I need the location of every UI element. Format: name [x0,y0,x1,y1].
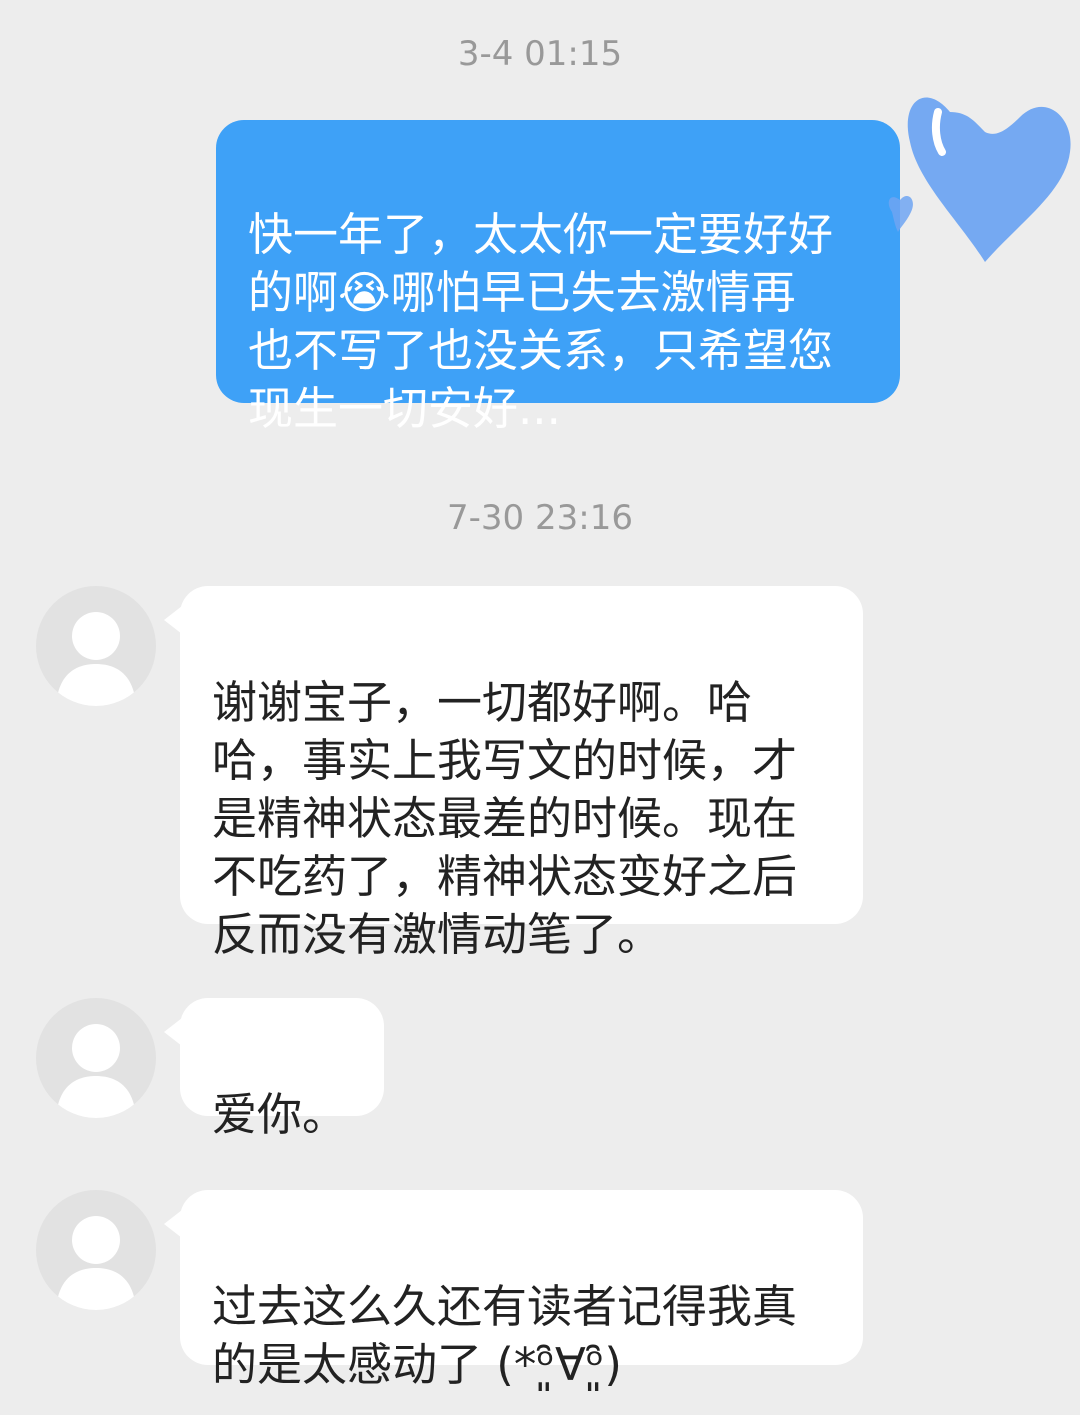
avatar[interactable] [36,1190,156,1310]
blue-heart-sticker-icon [880,82,1080,272]
incoming-message-bubble[interactable]: 爱你。 [164,998,384,1141]
incoming-message-bubble[interactable]: 谢谢宝子，一切都好啊。哈 哈，事实上我写文的时候，才 是精神状态最差的时候。现在… [164,586,863,961]
timestamp-second: 7-30 23:16 [447,498,633,538]
incoming-message-bubble[interactable]: 过去这么久还有读者记得我真 的是太感动了 (*ᵒ͈̑∀ᵒ͈̑) [164,1190,863,1391]
outgoing-message-text: 快一年了，太太你一定要好好 的啊😭哪怕早已失去激情再 也不写了也没关系，只希望您… [248,208,834,435]
default-user-silhouette-icon [56,612,136,706]
incoming-message-text: 过去这么久还有读者记得我真 的是太感动了 (*ᵒ͈̑∀ᵒ͈̑) [212,1280,798,1391]
default-user-silhouette-icon [56,1216,136,1310]
avatar[interactable] [36,998,156,1118]
avatar[interactable] [36,586,156,706]
timestamp-first: 3-4 01:15 [457,34,623,74]
incoming-message-text: 谢谢宝子，一切都好啊。哈 哈，事实上我写文的时候，才 是精神状态最差的时候。现在… [212,676,798,961]
outgoing-message-bubble[interactable]: 快一年了，太太你一定要好好 的啊😭哪怕早已失去激情再 也不写了也没关系，只希望您… [216,120,900,435]
incoming-message-text: 爱你。 [212,1088,348,1141]
default-user-silhouette-icon [56,1024,136,1118]
